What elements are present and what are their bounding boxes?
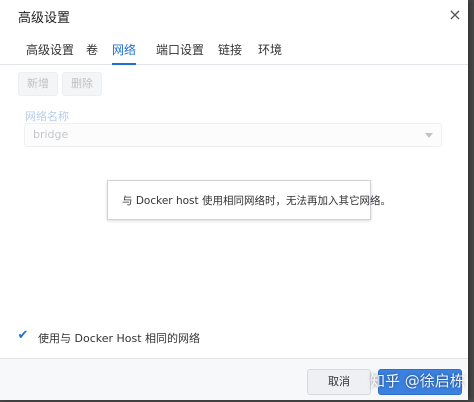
cancel-button[interactable]: 取消 [307,369,371,395]
tab-volume[interactable]: 卷 [86,41,98,63]
tab-links[interactable]: 链接 [218,41,242,63]
info-message-box: 与 Docker host 使用相同网络时，无法再加入其它网络。 [107,180,391,220]
tab-bar: 高级设置 卷 网络 端口设置 链接 环境 [0,36,468,65]
info-message-text: 与 Docker host 使用相同网络时，无法再加入其它网络。 [122,195,391,207]
dialog-title: 高级设置 [18,11,71,26]
tab-environment[interactable]: 环境 [258,41,282,63]
checkmark-icon[interactable]: ✔ [16,329,30,343]
tab-advanced-settings[interactable]: 高级设置 [26,41,74,63]
advanced-settings-dialog: 高级设置 × 高级设置 卷 网络 端口设置 链接 环境 新增 删除 网络名称 b… [0,0,468,400]
watermark: 知乎 @徐启栋 [370,372,465,390]
host-network-label: 使用与 Docker Host 相同的网络 [38,332,201,345]
tab-network[interactable]: 网络 [112,41,137,65]
close-icon[interactable]: × [445,5,465,25]
tab-port-settings[interactable]: 端口设置 [156,41,204,63]
dialog-titlebar: 高级设置 × [0,0,468,30]
